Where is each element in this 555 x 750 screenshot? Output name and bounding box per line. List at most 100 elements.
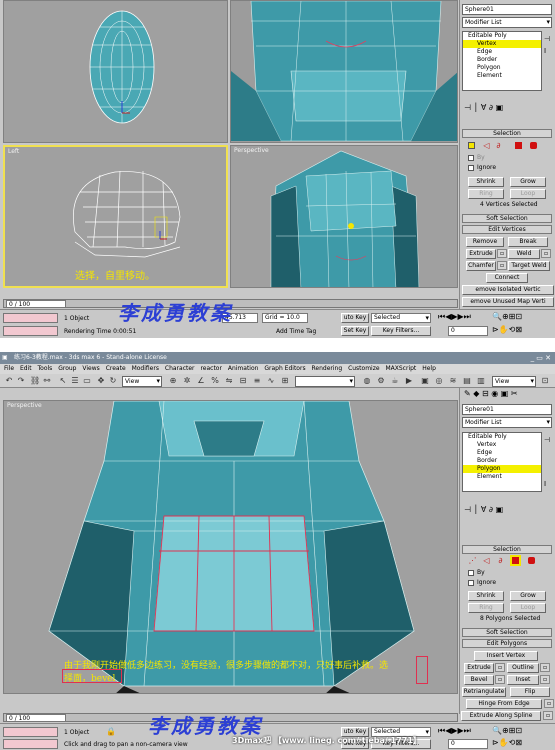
ignore-backfacing-checkbox[interactable] xyxy=(468,165,474,171)
edit-vertices-rollout[interactable]: Edit Vertices xyxy=(462,225,552,234)
element-subobject-icon[interactable] xyxy=(528,557,535,564)
command-panel-tabs-icons[interactable]: ✎ ◆ ⊟ ◉ ▣ ✂ xyxy=(464,390,518,398)
add-time-tag[interactable]: Add Time Tag xyxy=(276,328,316,336)
layer-manager-icon[interactable]: ▥ xyxy=(476,376,486,386)
menu-create[interactable]: Create xyxy=(106,364,126,374)
render-frame-icon[interactable]: ▣ xyxy=(420,376,430,386)
retriangulate-button[interactable]: Retriangulate xyxy=(462,687,506,697)
menu-edit[interactable]: Edit xyxy=(20,364,32,374)
edit-polygons-rollout[interactable]: Edit Polygons xyxy=(462,639,552,648)
stack-item-border[interactable]: Border xyxy=(463,56,541,64)
show-end-result-icon[interactable]: I xyxy=(544,47,546,55)
menu-graph-editors[interactable]: Graph Editors xyxy=(264,364,305,374)
menu-help[interactable]: Help xyxy=(422,364,436,374)
modifier-stack[interactable]: Editable Poly Vertex Edge Border Polygon… xyxy=(462,31,542,91)
viewport-navigation-icon[interactable]: ⊳✋⟲⊠ xyxy=(492,326,522,334)
extrude-settings-button[interactable]: ▫ xyxy=(495,663,505,672)
maxscript-listener[interactable] xyxy=(3,727,58,737)
maxscript-listener[interactable] xyxy=(3,313,58,323)
named-selection-dropdown[interactable] xyxy=(295,376,355,387)
render-setup-icon[interactable]: ⚙ xyxy=(376,376,386,386)
stack-item-edge[interactable]: Edge xyxy=(463,48,541,56)
menu-group[interactable]: Group xyxy=(58,364,76,374)
chamfer-button[interactable]: Chamfer xyxy=(466,261,496,271)
maxscript-listener-output[interactable] xyxy=(3,739,58,749)
time-slider[interactable]: 0 / 100 xyxy=(6,714,66,722)
extrude-settings-button[interactable]: ▫ xyxy=(497,249,507,258)
selection-rollout-header[interactable]: Selection xyxy=(462,129,552,138)
weld-button[interactable]: Weld xyxy=(508,249,540,259)
render-type-icon[interactable]: ⊡ xyxy=(540,376,550,386)
angle-snap-icon[interactable]: ∠ xyxy=(196,376,206,386)
stack-item-element[interactable]: Element xyxy=(463,473,541,481)
hinge-settings-button[interactable]: ▫ xyxy=(544,699,554,708)
extrude-button[interactable]: Extrude xyxy=(466,249,496,259)
redo-icon[interactable]: ↷ xyxy=(16,376,26,386)
outline-settings-button[interactable]: ▫ xyxy=(540,663,550,672)
border-subobject-icon[interactable]: ∂ xyxy=(496,556,505,565)
weld-settings-button[interactable]: ▫ xyxy=(541,249,551,258)
remove-isolated-vertices-button[interactable]: emove Isolated Vertic xyxy=(462,285,554,295)
inset-settings-button[interactable]: ▫ xyxy=(540,675,550,684)
loop-button[interactable]: Loop xyxy=(510,189,546,199)
select-object-icon[interactable]: ↖ xyxy=(58,376,68,386)
quick-render-icon[interactable]: ☕ xyxy=(390,376,400,386)
front-viewport[interactable] xyxy=(230,0,458,143)
by-vertex-checkbox[interactable] xyxy=(468,155,474,161)
border-subobject-icon[interactable]: ∂ xyxy=(494,141,503,150)
maxscript-listener-output[interactable] xyxy=(3,326,58,336)
playback-controls-icon[interactable]: ⏮◀▶▶⏭ xyxy=(438,727,471,735)
polygon-subobject-icon[interactable] xyxy=(515,142,522,149)
schematic-icon[interactable]: ⊞ xyxy=(280,376,290,386)
chamfer-settings-button[interactable]: ▫ xyxy=(497,261,507,270)
pivot-icon[interactable]: ⊕ xyxy=(168,376,178,386)
menu-animation[interactable]: Animation xyxy=(228,364,259,374)
stack-item-vertex[interactable]: Vertex xyxy=(463,40,541,48)
menu-modifiers[interactable]: Modifiers xyxy=(132,364,159,374)
stack-item-edge[interactable]: Edge xyxy=(463,449,541,457)
align-icon[interactable]: ⊟ xyxy=(238,376,248,386)
stack-item-element[interactable]: Element xyxy=(463,72,541,80)
stack-tools-icons[interactable]: ⊣ │ ∀ ∂ ▣ xyxy=(464,104,503,112)
pin-stack-icon[interactable]: ⊣ xyxy=(544,35,550,43)
curve-editor-icon[interactable]: ∿ xyxy=(266,376,276,386)
modifier-list-dropdown[interactable]: Modifier List xyxy=(462,17,552,28)
stack-item-vertex[interactable]: Vertex xyxy=(463,441,541,449)
menu-reactor[interactable]: reactor xyxy=(200,364,222,374)
snap-toggle-icon[interactable]: ✲ xyxy=(182,376,192,386)
bevel-button[interactable]: Bevel xyxy=(464,675,494,685)
menu-views[interactable]: Views xyxy=(82,364,99,374)
extrude-button[interactable]: Extrude xyxy=(464,663,494,673)
select-region-icon[interactable]: ▭ xyxy=(82,376,92,386)
element-subobject-icon[interactable] xyxy=(530,142,537,149)
object-list-icon[interactable]: ▤ xyxy=(462,376,472,386)
remove-unused-map-verts-button[interactable]: emove Unused Map Verti xyxy=(462,297,554,307)
select-by-name-icon[interactable]: ☰ xyxy=(70,376,80,386)
rotate-icon[interactable]: ↻ xyxy=(108,376,118,386)
layers-icon[interactable]: ≡ xyxy=(252,376,262,386)
current-frame-field[interactable]: 0 xyxy=(448,739,488,749)
stack-item-border[interactable]: Border xyxy=(463,457,541,465)
selected-dropdown[interactable]: Selected xyxy=(371,313,431,323)
mirror-icon[interactable]: ⇋ xyxy=(224,376,234,386)
top-viewport[interactable] xyxy=(3,0,228,143)
select-link-icon[interactable]: ⛓ xyxy=(30,376,40,386)
render-icon[interactable]: ▶ xyxy=(404,376,414,386)
modifier-stack[interactable]: Editable Poly Vertex Edge Border Polygon… xyxy=(462,432,542,492)
target-weld-button[interactable]: Target Weld xyxy=(508,261,550,271)
ignore-backfacing-checkbox[interactable] xyxy=(468,580,474,586)
unlink-icon[interactable]: ⚯ xyxy=(42,376,52,386)
set-key-button[interactable]: Set Key xyxy=(341,326,369,336)
stack-tools-icons[interactable]: ⊣ │ ∀ ∂ ▣ xyxy=(464,506,503,514)
remove-button[interactable]: Remove xyxy=(466,237,504,247)
stack-item-polygon[interactable]: Polygon xyxy=(463,64,541,72)
window-controls-icon[interactable]: _ ▭ ✕ xyxy=(531,352,551,364)
break-button[interactable]: Break xyxy=(508,237,548,247)
stack-item-editable-poly[interactable]: Editable Poly xyxy=(463,433,541,441)
navigation-controls-icon[interactable]: 🔍⊕⊞⊡ xyxy=(492,727,522,735)
grow-button[interactable]: Grow xyxy=(510,591,546,601)
track-view-icon[interactable]: ≋ xyxy=(448,376,458,386)
object-name-field[interactable]: Sphere01 xyxy=(462,4,552,15)
undo-icon[interactable]: ↶ xyxy=(4,376,14,386)
grow-button[interactable]: Grow xyxy=(510,177,546,187)
